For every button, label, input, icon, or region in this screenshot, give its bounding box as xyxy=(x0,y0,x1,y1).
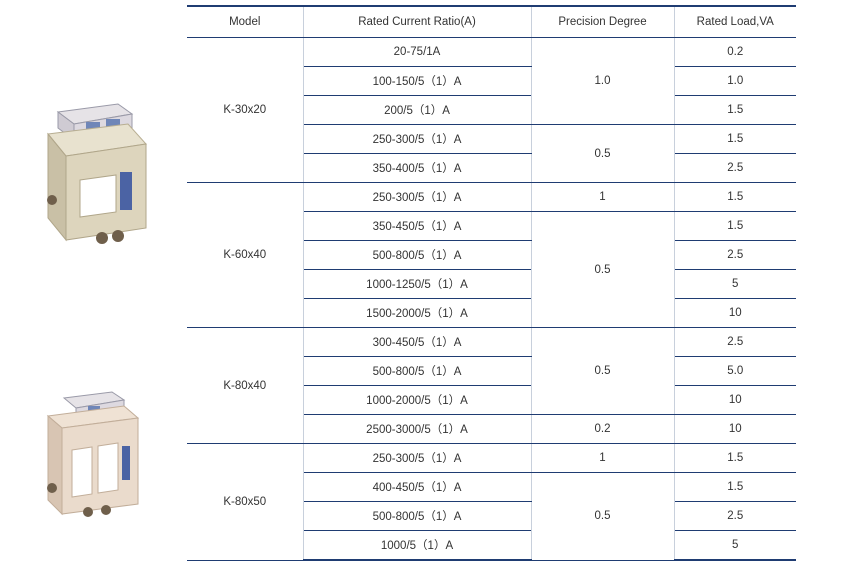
product-image-k80 xyxy=(36,388,146,520)
load-cell: 1.5 xyxy=(673,95,796,125)
ratio-cell: 1000-1250/5（1）A xyxy=(303,269,532,299)
ratio-cell: 1000/5（1）A xyxy=(303,530,532,561)
precision-cell: 0.5 xyxy=(530,124,675,183)
load-cell: 1.5 xyxy=(673,472,796,502)
ratio-cell: 400-450/5（1）A xyxy=(303,472,532,502)
ratio-cell: 250-300/5（1）A xyxy=(303,124,532,154)
column-header-model: Model xyxy=(187,5,304,38)
column-header-ratio: Rated Current Ratio(A) xyxy=(302,5,532,38)
ratio-cell: 2500-3000/5（1）A xyxy=(303,414,532,444)
load-cell: 10 xyxy=(673,385,796,415)
precision-cell: 0.5 xyxy=(530,211,675,328)
load-cell: 1.0 xyxy=(673,66,796,96)
precision-cell: 1 xyxy=(530,443,675,473)
current-transformer-illustration xyxy=(46,391,140,517)
model-cell: K-80x50 xyxy=(187,443,304,561)
model-cell: K-80x40 xyxy=(187,327,304,444)
table-header-row: Model Rated Current Ratio(A) Precision D… xyxy=(187,5,796,38)
model-cell: K-30x20 xyxy=(187,37,304,183)
load-cell: 10 xyxy=(673,414,796,444)
ratio-cell: 300-450/5（1）A xyxy=(302,327,532,357)
load-cell: 2.5 xyxy=(673,501,796,531)
load-cell: 5 xyxy=(673,269,796,299)
ratio-cell: 500-800/5（1）A xyxy=(303,240,532,270)
load-cell: 2.5 xyxy=(673,153,796,183)
load-cell: 1.5 xyxy=(673,124,796,154)
ratio-cell: 500-800/5（1）A xyxy=(303,501,532,531)
ratio-cell: 350-450/5（1）A xyxy=(303,211,532,241)
column-header-load: Rated Load,VA xyxy=(673,5,796,38)
precision-cell: 0.5 xyxy=(530,327,675,415)
table-row: K-30x20 20-75/1A 1.0 0.2 xyxy=(187,37,796,183)
load-cell: 5.0 xyxy=(673,356,796,386)
ratio-cell: 100-150/5（1）A xyxy=(303,66,532,96)
table-row: K-80x40 300-450/5（1）A 0.5 2.5 xyxy=(187,327,796,444)
load-cell: 2.5 xyxy=(673,240,796,270)
precision-cell: 0.2 xyxy=(530,414,675,444)
load-cell: 1.5 xyxy=(673,182,796,212)
load-cell: 2.5 xyxy=(673,327,796,357)
column-header-precision: Precision Degree xyxy=(530,5,675,38)
table-row: K-80x50 250-300/5（1）A 1 1.5 xyxy=(187,443,796,561)
load-cell: 1.5 xyxy=(673,211,796,241)
model-cell: K-60x40 xyxy=(187,182,304,328)
precision-cell: 1 xyxy=(530,182,675,212)
precision-cell: 0.5 xyxy=(530,472,675,561)
load-cell: 1.5 xyxy=(673,443,796,473)
ratio-cell: 350-400/5（1）A xyxy=(303,153,532,183)
load-cell: 5 xyxy=(673,530,796,561)
ratio-cell: 500-800/5（1）A xyxy=(303,356,532,386)
current-transformer-illustration xyxy=(47,103,147,244)
spec-table: Model Rated Current Ratio(A) Precision D… xyxy=(187,5,796,561)
ratio-cell: 200/5（1）A xyxy=(303,95,532,125)
precision-cell: 1.0 xyxy=(530,37,675,125)
product-image-k30 xyxy=(36,100,156,250)
ratio-cell: 1000-2000/5（1）A xyxy=(303,385,532,415)
ratio-cell: 250-300/5（1）A xyxy=(302,443,532,473)
load-cell: 10 xyxy=(673,298,796,328)
load-cell: 0.2 xyxy=(673,37,796,67)
ratio-cell: 250-300/5（1）A xyxy=(302,182,532,212)
ratio-cell: 20-75/1A xyxy=(302,37,532,67)
ratio-cell: 1500-2000/5（1）A xyxy=(303,298,532,328)
table-row: K-60x40 250-300/5（1）A 1 1.5 xyxy=(187,182,796,328)
